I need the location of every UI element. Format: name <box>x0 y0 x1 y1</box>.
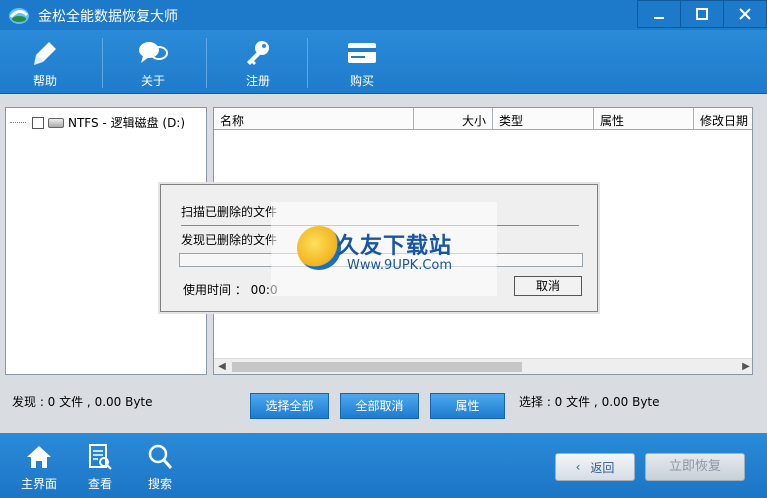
card-icon <box>348 43 376 63</box>
drive-checkbox[interactable] <box>32 116 44 129</box>
cancel-scan-button[interactable]: 取消 <box>514 276 582 296</box>
register-label: 注册 <box>245 74 270 88</box>
home-label: 主界面 <box>20 477 57 491</box>
chevron-left-icon: ‹ <box>575 460 581 474</box>
watermark-url: Www.9UPK.Com <box>347 258 453 273</box>
found-summary: 发现 : 0 文件 , 0.00 Byte <box>12 395 153 409</box>
app-logo-icon <box>9 8 29 24</box>
file-list-header: 名称 大小 类型 属性 修改日期 <box>214 108 752 130</box>
back-button[interactable]: ‹ 返回 <box>555 453 635 481</box>
elapsed-time-label: 使用时间 ： 00:0 <box>183 283 278 297</box>
pen-icon <box>34 42 56 65</box>
home-button[interactable]: 主界面 <box>16 443 62 492</box>
watermark: 久友下载站 Www.9UPK.Com <box>271 202 497 296</box>
buy-button[interactable]: 购买 <box>327 36 397 90</box>
select-all-button[interactable]: 选择全部 <box>250 393 329 419</box>
horizontal-scrollbar[interactable]: ◀ ▶ <box>214 358 752 374</box>
bottom-bar: 主界面 查看 搜索 ‹ 返回 立即恢复 <box>0 433 767 498</box>
column-attributes[interactable]: 属性 <box>594 108 694 130</box>
about-label: 关于 <box>140 74 165 88</box>
document-search-icon <box>89 444 112 470</box>
toolbar-separator <box>307 38 308 88</box>
toolbar-separator <box>206 38 207 88</box>
scrollbar-thumb[interactable] <box>232 362 522 372</box>
home-icon <box>27 446 51 468</box>
found-label: 发现已删除的文件 <box>181 233 278 247</box>
chat-bubbles-icon <box>139 42 168 63</box>
help-label: 帮助 <box>32 74 57 88</box>
toolbar: 帮助 关于 注册 购买 <box>0 30 767 94</box>
buy-label: 购买 <box>349 74 374 88</box>
search-label: 搜索 <box>147 477 172 491</box>
tree-connector <box>10 122 26 123</box>
about-button[interactable]: 关于 <box>118 36 188 90</box>
deselect-all-button[interactable]: 全部取消 <box>340 393 419 419</box>
help-button[interactable]: 帮助 <box>10 36 80 90</box>
scroll-left-icon[interactable]: ◀ <box>214 359 230 374</box>
key-icon <box>247 41 269 65</box>
close-button[interactable] <box>723 0 767 28</box>
properties-button[interactable]: 属性 <box>430 393 505 419</box>
tree-item-label: NTFS - 逻辑磁盘 (D:) <box>68 116 186 130</box>
title-bar: 金松全能数据恢复大师 <box>0 0 767 30</box>
recover-now-button[interactable]: 立即恢复 <box>645 453 745 481</box>
column-size[interactable]: 大小 <box>414 108 493 130</box>
search-button[interactable]: 搜索 <box>137 443 183 492</box>
view-label: 查看 <box>87 477 112 491</box>
tree-item-drive-d[interactable]: NTFS - 逻辑磁盘 (D:) <box>10 114 185 131</box>
column-name[interactable]: 名称 <box>214 108 414 130</box>
back-label: 返回 <box>590 460 615 475</box>
scanning-label: 扫描已删除的文件 <box>181 205 278 219</box>
maximize-icon <box>696 8 708 20</box>
hard-drive-icon <box>48 117 64 128</box>
maximize-button[interactable] <box>680 0 724 28</box>
column-type[interactable]: 类型 <box>493 108 594 130</box>
minimize-button[interactable] <box>637 0 681 28</box>
view-button[interactable]: 查看 <box>77 443 123 492</box>
close-icon <box>739 8 751 20</box>
window-title: 金松全能数据恢复大师 <box>38 9 178 25</box>
magnifier-icon <box>148 444 173 469</box>
selected-summary: 选择 : 0 文件 , 0.00 Byte <box>519 395 660 409</box>
register-button[interactable]: 注册 <box>223 36 293 90</box>
scroll-right-icon[interactable]: ▶ <box>738 359 752 374</box>
watermark-title: 久友下载站 <box>337 234 453 259</box>
minimize-icon <box>654 17 664 19</box>
toolbar-separator <box>102 38 103 88</box>
watermark-logo-icon <box>297 226 341 270</box>
column-modified-date[interactable]: 修改日期 <box>694 108 752 130</box>
